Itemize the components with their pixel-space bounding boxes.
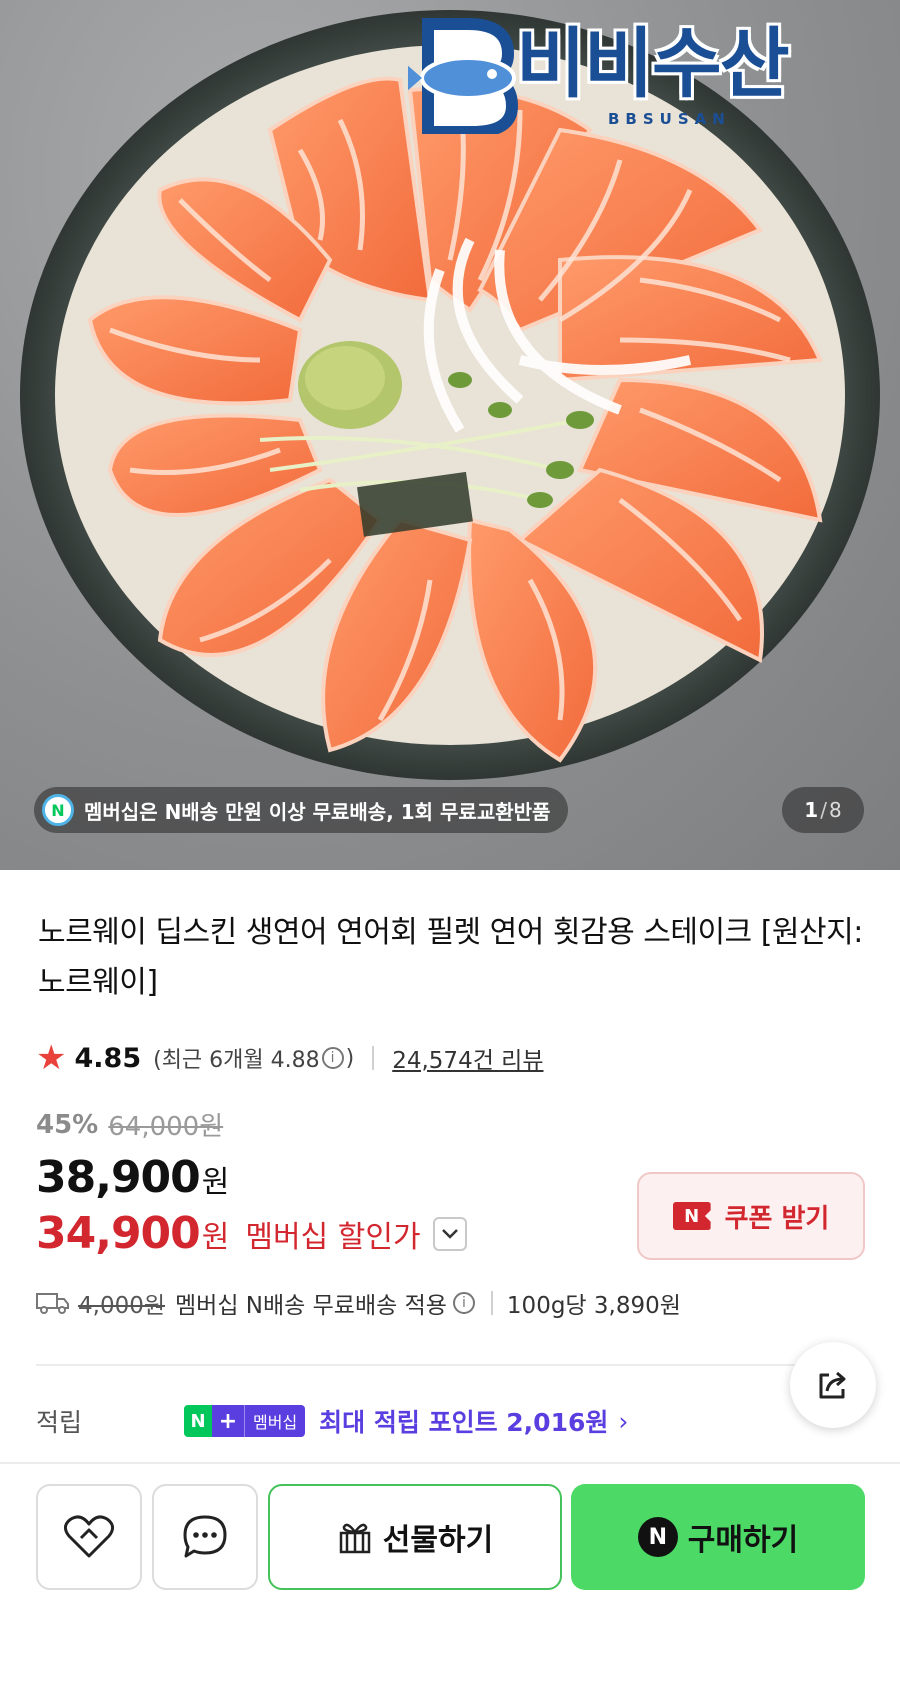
action-bar-divider	[0, 1462, 900, 1464]
coupon-label: 쿠폰 받기	[724, 1203, 830, 1234]
unit-price: 100g당 3,890원	[506, 1293, 681, 1319]
recent-rating-text: (최근 6개월 4.88	[153, 1048, 320, 1073]
truck-icon	[36, 1293, 69, 1314]
gift-icon	[339, 1523, 371, 1554]
naver-pay-n-icon: N	[637, 1517, 678, 1557]
gift-button[interactable]: 선물하기	[268, 1484, 562, 1590]
coupon-icon: N	[672, 1202, 711, 1230]
rating-row: ★ 4.85 (최근 6개월 4.88 i ) 24,574건 리뷰	[36, 1038, 544, 1078]
sale-price-row: 38,900 원	[36, 1152, 229, 1203]
brand-subtitle: BBSUSAN	[608, 110, 731, 128]
max-points-text: 최대 적립 포인트 2,016원	[319, 1408, 609, 1437]
buy-button[interactable]: N 구매하기	[571, 1484, 865, 1590]
heart-icon	[64, 1515, 114, 1558]
wishlist-button[interactable]	[36, 1484, 142, 1590]
talk-button[interactable]	[152, 1484, 258, 1590]
original-price: 64,000원	[108, 1112, 224, 1142]
chevron-right-icon: ›	[618, 1406, 629, 1436]
image-page-counter: 1 / 8	[782, 787, 864, 833]
share-icon	[819, 1371, 846, 1399]
product-title: 노르웨이 딥스킨 생연어 연어회 필렛 연어 횟감용 스테이크 [원산지:노르웨…	[38, 915, 863, 1000]
divider	[490, 1291, 493, 1315]
section-divider	[36, 1364, 864, 1366]
shipping-text: 멤버십 N배송 무료배송 적용	[175, 1293, 447, 1319]
badge-n: N	[184, 1405, 212, 1437]
chat-bubble-icon	[183, 1515, 227, 1558]
shipping-info-icon[interactable]: i	[452, 1292, 475, 1314]
bottom-action-bar: 선물하기 N 구매하기	[0, 1484, 900, 1594]
fish-logo-icon	[406, 18, 519, 138]
discount-row: 45% 64,000원	[36, 1106, 223, 1143]
n-plus-membership-badge: N + 멤버십	[184, 1405, 306, 1437]
product-image[interactable]: 비비수산 BBSUSAN N 멤버십은 N배송 만원 이상 무료배송, 1회 무…	[0, 0, 900, 870]
brand-name: 비비수산	[516, 19, 790, 108]
counter-separator: /	[820, 798, 827, 822]
share-button[interactable]	[790, 1342, 876, 1428]
star-icon: ★	[36, 1038, 67, 1078]
member-currency-unit: 원	[201, 1219, 230, 1255]
brand-logo: 비비수산 BBSUSAN	[406, 14, 848, 138]
rating-score: 4.85	[74, 1042, 142, 1074]
discount-rate: 45%	[36, 1109, 99, 1140]
recent-rating-close: )	[345, 1045, 355, 1071]
total-images: 8	[828, 798, 842, 822]
points-row[interactable]: 적립 N + 멤버십 최대 적립 포인트 2,016원 ›	[36, 1403, 796, 1439]
current-image-index: 1	[804, 798, 819, 822]
review-count-link[interactable]: 24,574건 리뷰	[392, 1041, 543, 1075]
membership-banner-text: 멤버십은 N배송 만원 이상 무료배송, 1회 무료교환반품	[84, 799, 551, 824]
gift-label: 선물하기	[382, 1523, 494, 1558]
shipping-fee-original: 4,000원	[78, 1293, 166, 1319]
coupon-download-button[interactable]: N 쿠폰 받기	[637, 1172, 865, 1260]
member-discount-label: 멤버십 할인가	[245, 1219, 421, 1255]
chevron-down-icon[interactable]	[432, 1216, 467, 1251]
buy-label: 구매하기	[687, 1523, 799, 1558]
naver-n-badge-icon: N	[42, 794, 74, 826]
currency-unit: 원	[201, 1165, 230, 1200]
badge-plus: +	[212, 1405, 244, 1437]
member-price: 34,900	[36, 1208, 201, 1259]
badge-member: 멤버십	[244, 1405, 306, 1437]
points-label: 적립	[36, 1408, 83, 1437]
divider	[372, 1046, 375, 1070]
member-price-row: 34,900 원 멤버십 할인가	[36, 1208, 467, 1259]
shipping-row: 4,000원 멤버십 N배송 무료배송 적용 i 100g당 3,890원	[36, 1286, 681, 1320]
membership-shipping-banner[interactable]: N 멤버십은 N배송 만원 이상 무료배송, 1회 무료교환반품	[34, 787, 569, 833]
sale-price: 38,900	[36, 1152, 201, 1203]
info-icon[interactable]: i	[321, 1047, 344, 1069]
